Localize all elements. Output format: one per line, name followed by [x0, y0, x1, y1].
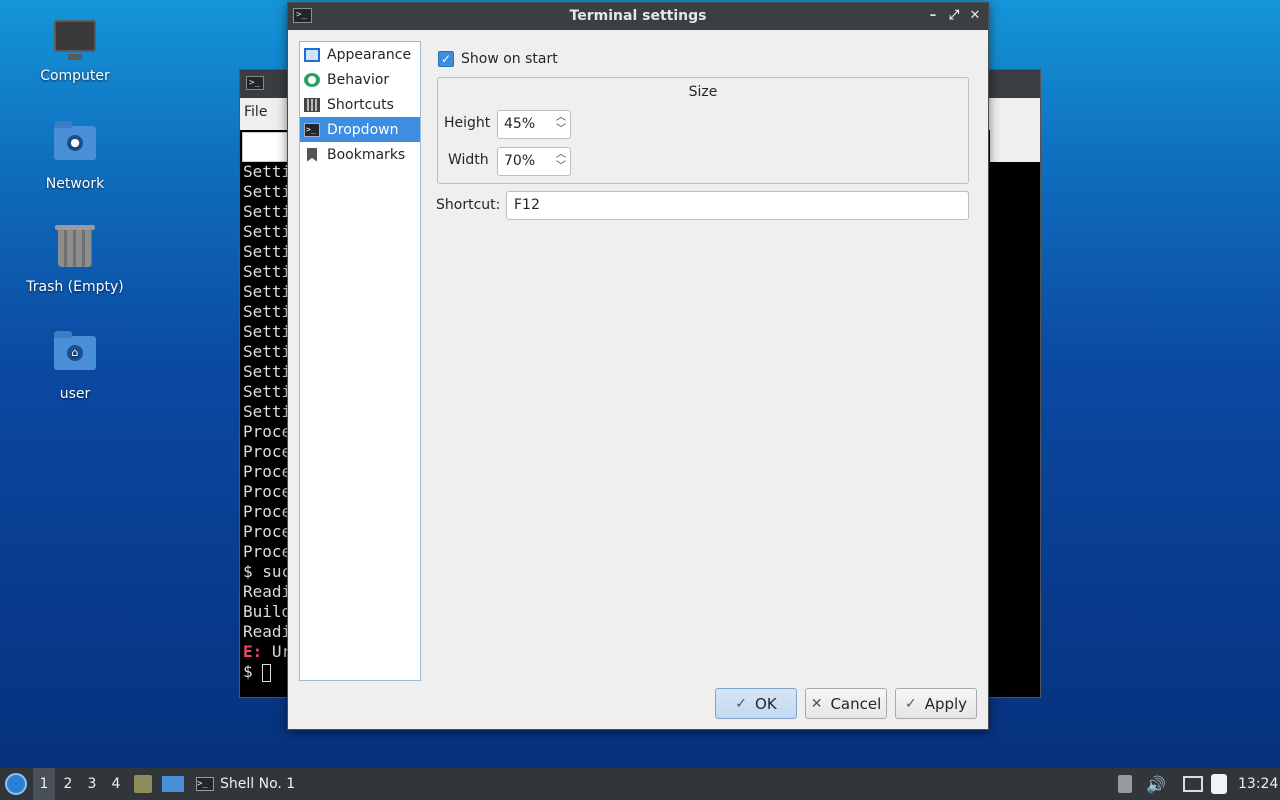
desktop-icon-computer[interactable]: Computer — [20, 18, 130, 84]
menu-file[interactable]: File — [244, 104, 267, 120]
width-value: 70% — [504, 153, 536, 169]
settings-nav-list: Appearance Behavior Shortcuts >_ Dropdown… — [299, 41, 421, 681]
terminal-icon: >_ — [196, 777, 214, 791]
terminal-icon: >_ — [304, 122, 320, 137]
width-spinbox[interactable]: 70% ︿ ﹀ — [497, 147, 571, 176]
height-spinbox[interactable]: 45% ︿ ﹀ — [497, 110, 571, 139]
dialog-titlebar[interactable]: >_ Terminal settings – ⤢ ✕ — [288, 3, 988, 30]
desktop-icon-label: user — [59, 386, 91, 402]
size-group-title: Size — [688, 84, 718, 100]
ok-label: OK — [755, 694, 777, 713]
desktop-icon-network[interactable]: ● Network — [20, 121, 130, 192]
terminal-toolbar-right — [990, 98, 1040, 162]
network-folder-icon: ● — [53, 121, 97, 170]
clipboard-icon[interactable] — [1211, 774, 1227, 794]
workspace-label: 4 — [111, 776, 121, 792]
maximize-icon[interactable]: ⤢ — [945, 7, 963, 25]
workspace-label: 1 — [39, 776, 49, 792]
appearance-icon — [304, 47, 320, 62]
height-label: Height — [444, 115, 491, 131]
bookmark-icon — [307, 147, 317, 162]
shortcut-input[interactable]: F12 — [506, 191, 969, 220]
nav-item-appearance[interactable]: Appearance — [300, 42, 420, 67]
trash-icon — [53, 225, 97, 273]
task-label: Shell No. 1 — [220, 776, 296, 792]
show-on-start-row[interactable]: ✓ Show on start — [438, 51, 558, 67]
desktop-icon-label: Computer — [40, 68, 110, 84]
home-folder-icon: ⌂ — [53, 331, 97, 380]
height-value: 45% — [504, 116, 536, 132]
show-desktop-icon[interactable] — [162, 776, 184, 792]
shortcut-label: Shortcut: — [436, 197, 501, 213]
keyboard-icon — [304, 97, 320, 112]
error-prefix: E: — [243, 642, 263, 661]
workspace-label: 3 — [87, 776, 97, 792]
spin-arrows-icon[interactable]: ︿ ﹀ — [555, 112, 567, 136]
desktop-icon-user[interactable]: ⌂ user — [20, 331, 130, 402]
nav-item-shortcuts[interactable]: Shortcuts — [300, 92, 420, 117]
nav-item-dropdown[interactable]: >_ Dropdown — [300, 117, 420, 142]
cursor — [262, 663, 272, 682]
computer-icon — [53, 18, 97, 62]
close-icon[interactable]: ✕ — [966, 7, 984, 25]
terminal-settings-dialog: >_ Terminal settings – ⤢ ✕ Appearance Be… — [287, 2, 989, 730]
close-icon: ✕ — [810, 695, 823, 712]
width-label: Width — [448, 152, 489, 168]
workspace-label: 2 — [63, 776, 73, 792]
nav-item-label: Dropdown — [327, 121, 399, 138]
removable-media-icon[interactable] — [1118, 775, 1132, 793]
taskbar: 1 2 3 4 >_ Shell No. 1 🔊 13:24 — [0, 768, 1280, 800]
volume-icon[interactable]: 🔊 — [1146, 768, 1166, 800]
dialog-title: Terminal settings — [569, 8, 707, 24]
workspace-3[interactable]: 3 — [81, 768, 103, 800]
behavior-icon — [304, 72, 320, 87]
prompt: $ — [243, 662, 263, 681]
desktop-icon-label: Network — [45, 176, 105, 192]
spin-arrows-icon[interactable]: ︿ ﹀ — [555, 149, 567, 173]
nav-item-bookmarks[interactable]: Bookmarks — [300, 142, 420, 167]
ok-button[interactable]: ✓ OK — [715, 688, 797, 719]
size-groupbox: Size Height 45% ︿ ﹀ Width 70% ︿ ﹀ — [437, 77, 969, 184]
workspace-2[interactable]: 2 — [57, 768, 79, 800]
apply-label: Apply — [924, 694, 968, 713]
file-manager-icon[interactable] — [134, 775, 152, 793]
clock-label: 13:24 — [1238, 776, 1279, 792]
workspace-1[interactable]: 1 — [33, 768, 55, 800]
nav-item-label: Appearance — [327, 46, 412, 63]
check-icon: ✓ — [904, 695, 917, 712]
desktop-icon-trash[interactable]: Trash (Empty) — [20, 225, 130, 295]
cancel-label: Cancel — [830, 694, 882, 713]
apply-button[interactable]: ✓ Apply — [895, 688, 977, 719]
check-icon: ✓ — [735, 695, 748, 712]
clock[interactable]: 13:24 — [1238, 768, 1278, 800]
nav-item-label: Bookmarks — [327, 146, 406, 163]
task-shell[interactable]: >_ Shell No. 1 — [192, 768, 303, 800]
show-on-start-checkbox[interactable]: ✓ — [438, 51, 454, 67]
nav-item-behavior[interactable]: Behavior — [300, 67, 420, 92]
network-icon[interactable] — [1183, 776, 1203, 792]
workspace-4[interactable]: 4 — [105, 768, 127, 800]
cancel-button[interactable]: ✕ Cancel — [805, 688, 887, 719]
desktop-icon-label: Trash (Empty) — [26, 279, 124, 295]
minimize-icon[interactable]: – — [924, 7, 942, 25]
shortcut-value: F12 — [514, 197, 540, 213]
show-on-start-label: Show on start — [461, 51, 558, 67]
nav-item-label: Behavior — [327, 71, 390, 88]
nav-item-label: Shortcuts — [327, 96, 394, 113]
terminal-icon: >_ — [246, 76, 264, 90]
start-menu-icon[interactable] — [5, 773, 27, 795]
